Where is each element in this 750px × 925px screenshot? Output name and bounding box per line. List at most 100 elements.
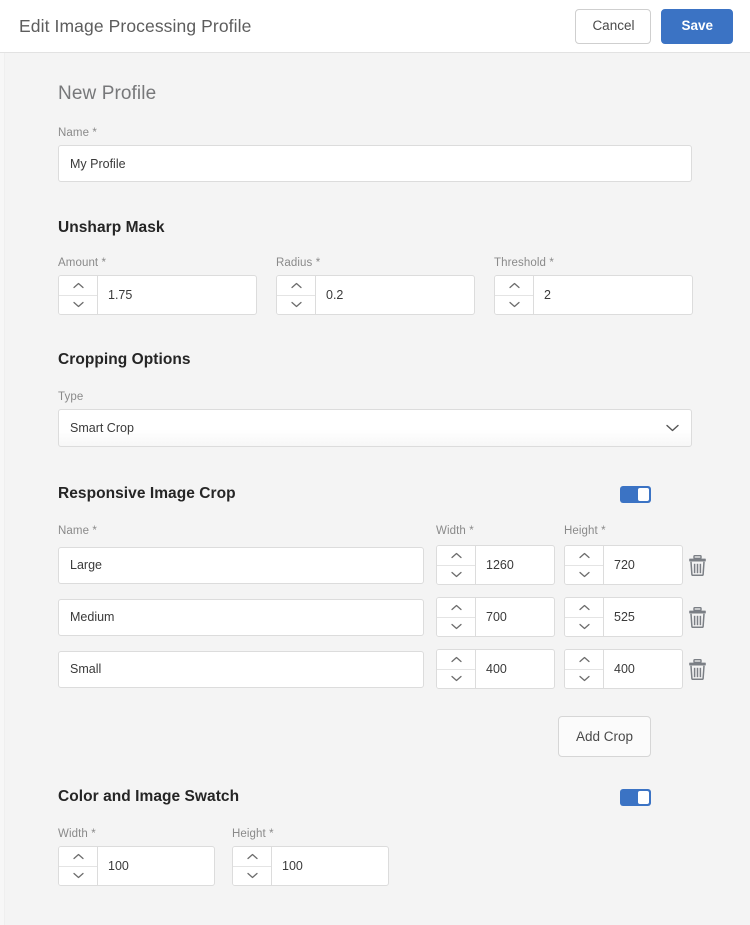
- chevron-down-icon: [450, 676, 462, 682]
- chevron-down-icon: [450, 572, 462, 578]
- threshold-decrement-button[interactable]: [495, 295, 533, 314]
- crop-width-increment-button[interactable]: [437, 546, 475, 566]
- crop-height-decrement-button[interactable]: [565, 565, 603, 584]
- radius-label: Radius *: [276, 257, 321, 269]
- crop-height-input[interactable]: [604, 546, 682, 584]
- swatch-height-input[interactable]: [272, 847, 388, 885]
- crop-height-input[interactable]: [604, 598, 682, 636]
- crop-height-decrement-button[interactable]: [565, 617, 603, 636]
- crop-type-label: Type: [58, 391, 84, 403]
- crop-width-input[interactable]: [476, 546, 554, 584]
- header-actions: Cancel Save: [575, 8, 733, 44]
- threshold-stepper-buttons: [495, 276, 534, 314]
- save-button[interactable]: Save: [661, 8, 733, 44]
- swatch-height-label: Height *: [232, 828, 274, 840]
- amount-label: Amount *: [58, 257, 107, 269]
- responsive-crop-header-row: Responsive Image Crop: [58, 485, 692, 503]
- cancel-button[interactable]: Cancel: [575, 8, 652, 44]
- swatch-height-increment-button[interactable]: [233, 847, 271, 867]
- trash-icon: [688, 606, 706, 628]
- swatch-width-decrement-button[interactable]: [59, 866, 97, 885]
- crop-height-stepper[interactable]: [564, 545, 683, 585]
- amount-increment-button[interactable]: [59, 276, 97, 296]
- form-content: New Profile Name * Unsharp Mask Amount *: [0, 53, 750, 886]
- crop-width-increment-button[interactable]: [437, 650, 475, 670]
- crop-name-input[interactable]: [58, 598, 424, 636]
- chevron-down-icon: [450, 624, 462, 630]
- threshold-stepper[interactable]: [494, 275, 693, 315]
- chevron-up-icon: [450, 604, 462, 610]
- add-crop-button[interactable]: Add Crop: [557, 716, 651, 757]
- crop-width-decrement-button[interactable]: [437, 565, 475, 584]
- trash-icon: [688, 554, 706, 576]
- swatch-height-stepper[interactable]: [232, 846, 389, 886]
- radius-input[interactable]: [316, 276, 474, 314]
- chevron-up-icon: [508, 282, 520, 288]
- crop-width-decrement-button[interactable]: [437, 617, 475, 636]
- unsharp-mask-heading: Unsharp Mask: [58, 219, 165, 236]
- crop-height-stepper[interactable]: [564, 649, 683, 689]
- crop-width-stepper[interactable]: [436, 545, 555, 585]
- profile-name-input[interactable]: [58, 145, 692, 182]
- table-row: [58, 545, 706, 585]
- delete-crop-button[interactable]: [683, 655, 711, 683]
- crop-type-field: Type Smart Crop: [58, 391, 692, 447]
- threshold-label: Threshold *: [494, 257, 554, 269]
- delete-crop-button[interactable]: [683, 603, 711, 631]
- crop-type-select[interactable]: Smart Crop: [58, 409, 692, 447]
- chevron-down-icon: [72, 302, 84, 308]
- crop-width-stepper[interactable]: [436, 649, 555, 689]
- crop-width-stepper[interactable]: [436, 597, 555, 637]
- chevron-down-icon: [578, 676, 590, 682]
- crop-width-input[interactable]: [476, 598, 554, 636]
- amount-field: Amount *: [58, 257, 257, 315]
- swatch-height-decrement-button[interactable]: [233, 866, 271, 885]
- crop-name-input[interactable]: [58, 546, 424, 584]
- chevron-up-icon: [578, 656, 590, 662]
- responsive-crop-toggle[interactable]: [620, 485, 651, 503]
- page-body: New Profile Name * Unsharp Mask Amount *: [0, 53, 750, 925]
- threshold-increment-button[interactable]: [495, 276, 533, 296]
- cropping-options-heading: Cropping Options: [58, 351, 191, 368]
- crop-name-input[interactable]: [58, 650, 424, 688]
- crop-height-decrement-button[interactable]: [565, 669, 603, 688]
- table-row: [58, 649, 706, 689]
- amount-input[interactable]: [98, 276, 256, 314]
- radius-decrement-button[interactable]: [277, 295, 315, 314]
- amount-decrement-button[interactable]: [59, 295, 97, 314]
- crop-width-input[interactable]: [476, 650, 554, 688]
- threshold-input[interactable]: [534, 276, 692, 314]
- responsive-image-crop-section: Responsive Image Crop Name * Width * Hei…: [58, 485, 706, 757]
- threshold-field: Threshold *: [494, 257, 693, 315]
- delete-crop-button[interactable]: [683, 551, 711, 579]
- toggle-knob: [638, 790, 649, 804]
- toggle-knob: [638, 487, 649, 501]
- swatch-toggle[interactable]: [620, 788, 651, 806]
- page-title: Edit Image Processing Profile: [19, 15, 252, 36]
- swatch-width-input[interactable]: [98, 847, 214, 885]
- swatch-width-stepper[interactable]: [58, 846, 215, 886]
- crop-width-increment-button[interactable]: [437, 598, 475, 618]
- cropping-options-section: Cropping Options Type Smart Crop: [58, 351, 692, 447]
- trash-icon: [688, 658, 706, 680]
- chevron-down-icon: [290, 302, 302, 308]
- chevron-up-icon: [72, 282, 84, 288]
- amount-stepper[interactable]: [58, 275, 257, 315]
- swatch-height-field: Height *: [232, 828, 389, 886]
- crop-height-stepper[interactable]: [564, 597, 683, 637]
- crop-height-input[interactable]: [604, 650, 682, 688]
- crop-height-increment-button[interactable]: [565, 546, 603, 566]
- crop-height-increment-button[interactable]: [565, 598, 603, 618]
- crop-type-select-wrap: Smart Crop: [58, 409, 692, 447]
- unsharp-mask-section: Unsharp Mask Amount * 1.75 Radius * 0.2 …: [58, 219, 693, 315]
- chevron-up-icon: [578, 604, 590, 610]
- crop-table-header: Name * Width * Height *: [58, 525, 692, 537]
- crop-height-increment-button[interactable]: [565, 650, 603, 670]
- app-header: Edit Image Processing Profile Cancel Sav…: [0, 0, 750, 53]
- new-profile-heading: New Profile: [58, 83, 157, 104]
- radius-increment-button[interactable]: [277, 276, 315, 296]
- crop-width-decrement-button[interactable]: [437, 669, 475, 688]
- amount-stepper-buttons: [59, 276, 98, 314]
- radius-stepper[interactable]: [276, 275, 475, 315]
- swatch-width-increment-button[interactable]: [59, 847, 97, 867]
